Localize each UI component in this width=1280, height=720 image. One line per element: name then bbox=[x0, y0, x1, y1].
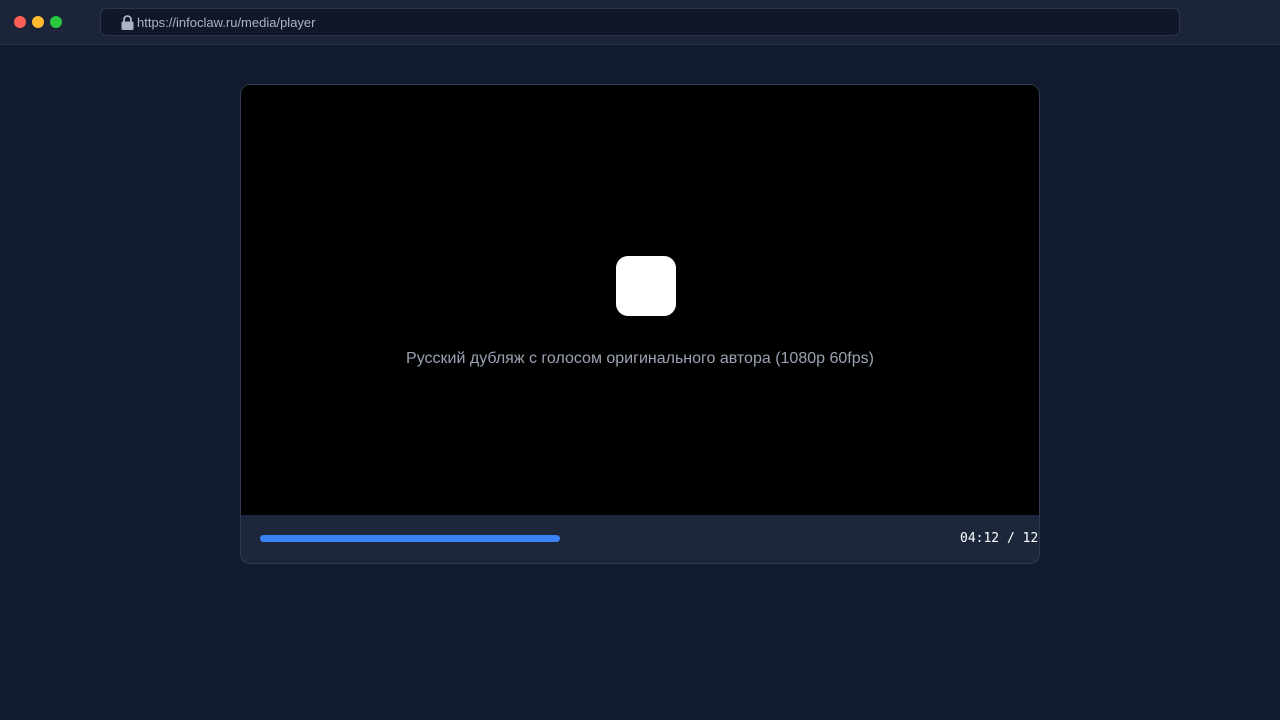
maximize-window-button[interactable] bbox=[50, 16, 62, 28]
video-title: Русский дубляж с голосом оригинального а… bbox=[406, 350, 874, 367]
progress-bar[interactable] bbox=[260, 535, 900, 542]
address-bar[interactable]: https://infoclaw.ru/media/player bbox=[100, 8, 1180, 36]
lock-icon bbox=[121, 15, 134, 30]
player-controls: 04:12 / 12:40 bbox=[241, 515, 1039, 563]
browser-toolbar: https://infoclaw.ru/media/player bbox=[0, 0, 1280, 45]
url-text: https://infoclaw.ru/media/player bbox=[137, 15, 316, 30]
minimize-window-button[interactable] bbox=[32, 16, 44, 28]
stop-icon[interactable] bbox=[616, 256, 676, 316]
close-window-button[interactable] bbox=[14, 16, 26, 28]
progress-fill bbox=[260, 535, 561, 542]
video-area[interactable]: Русский дубляж с голосом оригинального а… bbox=[241, 85, 1039, 515]
video-player: Русский дубляж с голосом оригинального а… bbox=[240, 84, 1040, 564]
time-display: 04:12 / 12:40 bbox=[960, 531, 1039, 546]
